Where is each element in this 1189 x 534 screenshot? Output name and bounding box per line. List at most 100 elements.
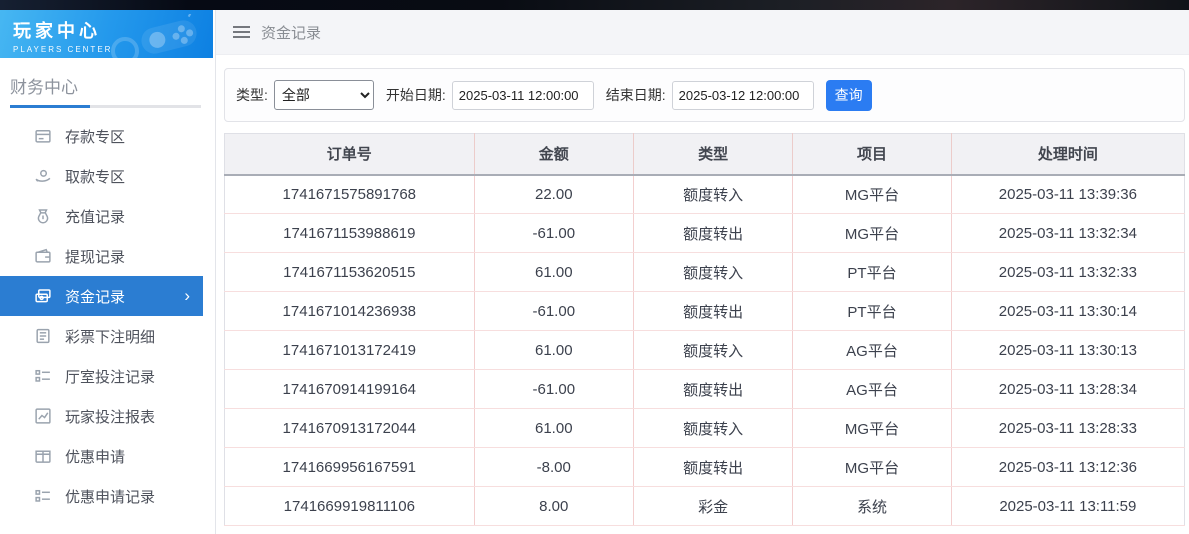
sidebar-item-label: 充值记录 <box>65 206 125 227</box>
sidebar-item-lottery-bet-details[interactable]: 彩票下注明细 <box>0 316 215 356</box>
sidebar-item-hall-bet-records[interactable]: 厅室投注记录 <box>0 356 215 396</box>
cell-process-time: 2025-03-11 13:32:34 <box>951 214 1184 253</box>
cell-project: MG平台 <box>793 409 951 448</box>
hamburger-menu-icon[interactable] <box>233 26 250 38</box>
table-row: 1741669956167591 -8.00 额度转出 MG平台 2025-03… <box>225 448 1185 487</box>
sidebar-item-label: 优惠申请记录 <box>65 486 155 507</box>
page-title: 资金记录 <box>261 22 321 43</box>
cell-type: 额度转出 <box>633 214 792 253</box>
column-header: 订单号 <box>225 134 475 175</box>
lottery-book-icon <box>34 327 52 345</box>
column-header: 处理时间 <box>951 134 1184 175</box>
cell-order-number: 1741669956167591 <box>225 448 475 487</box>
cell-process-time: 2025-03-11 13:28:34 <box>951 370 1184 409</box>
sidebar: 玩家中心 PLAYERS CENTER 财务中心 <box>0 10 216 534</box>
cell-order-number: 1741671013172419 <box>225 331 475 370</box>
table-row: 1741671013172419 61.00 额度转入 AG平台 2025-03… <box>225 331 1185 370</box>
table-row: 1741671153620515 61.00 额度转入 PT平台 2025-03… <box>225 253 1185 292</box>
sidebar-item-promo-application-records[interactable]: 优惠申请记录 <box>0 476 215 516</box>
type-label: 类型: <box>236 85 268 105</box>
section-title-personal: 个人中心 <box>0 516 215 534</box>
deposit-card-icon <box>34 127 52 145</box>
sidebar-item-label: 玩家投注报表 <box>65 406 155 427</box>
sidebar-item-withdrawal-records[interactable]: 提现记录 <box>0 236 215 276</box>
breadcrumb: 资金记录 <box>216 10 1189 55</box>
brand-header: 玩家中心 PLAYERS CENTER <box>0 10 213 58</box>
cell-order-number: 1741670913172044 <box>225 409 475 448</box>
cell-type: 彩金 <box>633 487 792 526</box>
promo-apply-gift-icon <box>34 447 52 465</box>
cell-type: 额度转入 <box>633 331 792 370</box>
cell-project: AG平台 <box>793 331 951 370</box>
column-header: 金额 <box>474 134 633 175</box>
sidebar-item-deposit-zone[interactable]: 存款专区 <box>0 116 215 156</box>
search-button[interactable]: 查询 <box>826 80 872 111</box>
cell-process-time: 2025-03-11 13:30:14 <box>951 292 1184 331</box>
sidebar-item-funds-records[interactable]: 资金记录 › <box>0 276 203 316</box>
records-table: 订单号金额类型项目处理时间 1741671575891768 22.00 额度转… <box>224 133 1185 526</box>
cell-amount: 8.00 <box>474 487 633 526</box>
sidebar-item-label: 资金记录 <box>65 286 125 307</box>
cell-amount: 61.00 <box>474 253 633 292</box>
withdrawal-wallet-icon <box>34 247 52 265</box>
gamepad-icon <box>133 14 205 58</box>
cell-project: PT平台 <box>793 292 951 331</box>
cell-order-number: 1741671575891768 <box>225 175 475 214</box>
withdraw-hand-icon <box>34 167 52 185</box>
chevron-right-icon: › <box>184 287 190 304</box>
cell-order-number: 1741669919811106 <box>225 487 475 526</box>
sidebar-item-player-bet-report[interactable]: 玩家投注报表 <box>0 396 215 436</box>
sidebar-item-promo-application[interactable]: 优惠申请 <box>0 436 215 476</box>
decorative-circle-icon <box>110 36 140 58</box>
column-header: 类型 <box>633 134 792 175</box>
table-row: 1741670914199164 -61.00 额度转出 AG平台 2025-0… <box>225 370 1185 409</box>
cell-type: 额度转出 <box>633 292 792 331</box>
hall-bet-list-icon <box>34 367 52 385</box>
cell-type: 额度转出 <box>633 448 792 487</box>
type-select[interactable]: 全部 <box>274 80 374 110</box>
cell-project: AG平台 <box>793 370 951 409</box>
section-divider <box>10 105 201 108</box>
cell-type: 额度转入 <box>633 253 792 292</box>
start-date-input[interactable] <box>452 81 594 110</box>
cell-type: 额度转出 <box>633 370 792 409</box>
cell-project: MG平台 <box>793 448 951 487</box>
window-top-bar <box>0 0 1189 10</box>
column-header: 项目 <box>793 134 951 175</box>
cell-project: MG平台 <box>793 175 951 214</box>
table-row: 1741671014236938 -61.00 额度转出 PT平台 2025-0… <box>225 292 1185 331</box>
sidebar-item-label: 提现记录 <box>65 246 125 267</box>
end-date-label: 结束日期: <box>606 85 666 105</box>
sidebar-item-withdraw-zone[interactable]: 取款专区 <box>0 156 215 196</box>
cell-amount: 22.00 <box>474 175 633 214</box>
table-row: 1741669919811106 8.00 彩金 系统 2025-03-11 1… <box>225 487 1185 526</box>
cell-amount: 61.00 <box>474 331 633 370</box>
cell-amount: -61.00 <box>474 214 633 253</box>
cell-order-number: 1741670914199164 <box>225 370 475 409</box>
start-date-label: 开始日期: <box>386 85 446 105</box>
table-row: 1741671575891768 22.00 额度转入 MG平台 2025-03… <box>225 175 1185 214</box>
cell-process-time: 2025-03-11 13:39:36 <box>951 175 1184 214</box>
table-row: 1741671153988619 -61.00 额度转出 MG平台 2025-0… <box>225 214 1185 253</box>
cell-type: 额度转入 <box>633 409 792 448</box>
cell-project: 系统 <box>793 487 951 526</box>
cell-order-number: 1741671014236938 <box>225 292 475 331</box>
cell-process-time: 2025-03-11 13:30:13 <box>951 331 1184 370</box>
sidebar-item-label: 存款专区 <box>65 126 125 147</box>
cell-process-time: 2025-03-11 13:12:36 <box>951 448 1184 487</box>
recharge-moneybag-icon <box>34 207 52 225</box>
cell-project: MG平台 <box>793 214 951 253</box>
table-header-row: 订单号金额类型项目处理时间 <box>225 134 1185 175</box>
sidebar-item-label: 厅室投注记录 <box>65 366 155 387</box>
sidebar-menu: 存款专区 取款专区 充值记录 提现记录 资金记录 › 彩票下注明细 <box>0 116 215 516</box>
sidebar-item-label: 取款专区 <box>65 166 125 187</box>
end-date-input[interactable] <box>672 81 814 110</box>
cell-amount: -8.00 <box>474 448 633 487</box>
cell-order-number: 1741671153988619 <box>225 214 475 253</box>
funds-cards-icon <box>34 287 52 305</box>
main-content: 资金记录 类型: 全部 开始日期: 结束日期: 查询 订单号金额类型项目处理时间 <box>216 10 1189 534</box>
sidebar-item-recharge-records[interactable]: 充值记录 <box>0 196 215 236</box>
section-title-finance: 财务中心 <box>0 58 215 105</box>
cell-amount: -61.00 <box>474 370 633 409</box>
sidebar-item-label: 优惠申请 <box>65 446 125 467</box>
